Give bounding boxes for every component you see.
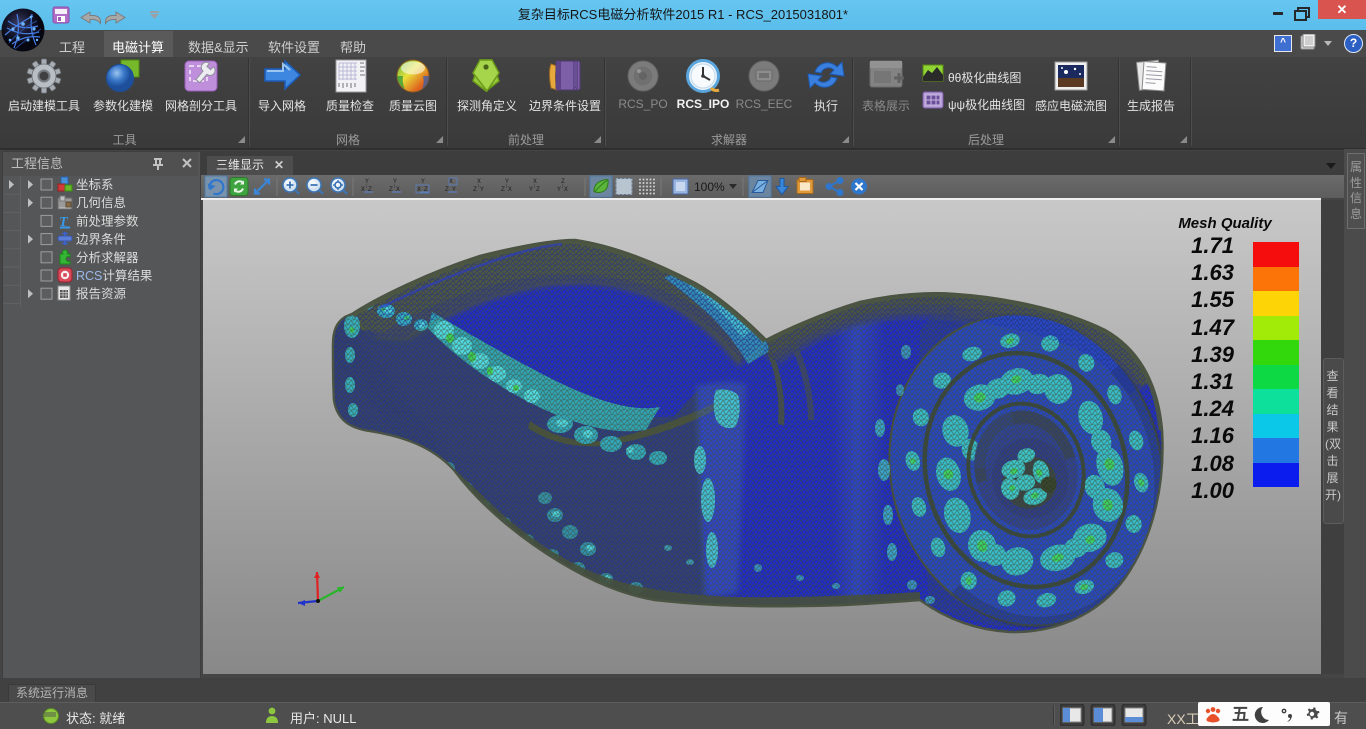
svg-text:Y: Y bbox=[421, 178, 425, 185]
svg-text:坐标系: 坐标系 bbox=[76, 178, 114, 192]
svg-text:X: X bbox=[533, 178, 537, 185]
svg-text:Z: Z bbox=[561, 178, 565, 185]
svg-text:边界条件: 边界条件 bbox=[76, 233, 126, 247]
svg-text:五: 五 bbox=[1232, 705, 1249, 724]
svg-text:Z: Z bbox=[473, 186, 477, 193]
svg-text:Y: Y bbox=[505, 178, 509, 185]
svg-text:Y: Y bbox=[480, 186, 484, 193]
svg-text:X: X bbox=[564, 186, 568, 193]
svg-text:Y: Y bbox=[529, 186, 533, 193]
svg-text:报告资源: 报告资源 bbox=[76, 286, 127, 301]
svg-text:分析求解器: 分析求解器 bbox=[76, 251, 139, 265]
svg-text:Y: Y bbox=[365, 178, 369, 185]
svg-text:Y: Y bbox=[393, 178, 397, 185]
svg-text:RCS计算结果: RCS计算结果 bbox=[76, 268, 153, 283]
svg-text:前处理参数: 前处理参数 bbox=[76, 213, 139, 228]
svg-text:X: X bbox=[449, 178, 453, 185]
svg-text:Z: Z bbox=[536, 186, 540, 193]
svg-text:X: X bbox=[477, 178, 481, 185]
svg-text:X: X bbox=[508, 186, 512, 193]
svg-text:Y: Y bbox=[557, 186, 561, 193]
svg-text:几何信息: 几何信息 bbox=[76, 195, 126, 210]
svg-text:Z: Z bbox=[501, 186, 505, 193]
svg-text:100%: 100% bbox=[694, 180, 725, 194]
